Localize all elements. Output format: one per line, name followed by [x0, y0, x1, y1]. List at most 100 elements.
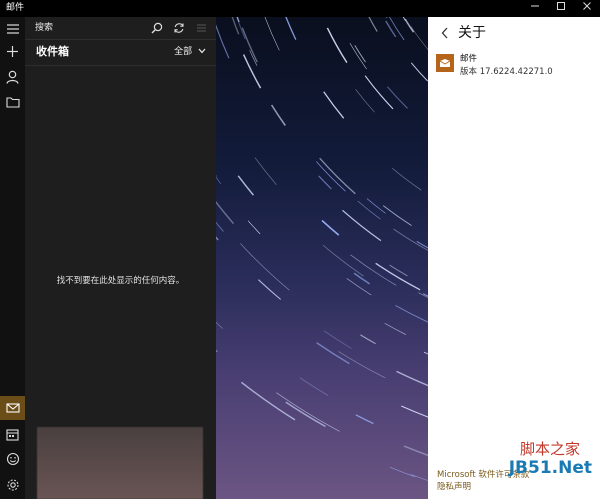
folder-icon: [5, 97, 20, 108]
title-bar: 邮件: [0, 0, 600, 17]
star-trail: [299, 377, 329, 396]
star-trail: [318, 175, 332, 190]
star-trail: [395, 305, 428, 323]
star-trail: [326, 27, 348, 63]
star-trail: [321, 219, 340, 236]
folder-header: 收件箱 全部: [25, 39, 216, 66]
window-title: 邮件: [6, 3, 25, 13]
mail-switch-button[interactable]: [0, 396, 25, 420]
close-icon: [583, 2, 591, 10]
star-trail: [360, 334, 376, 345]
sync-button[interactable]: [171, 20, 187, 36]
star-trail: [349, 42, 367, 70]
maximize-button[interactable]: [548, 0, 574, 17]
star-trail: [216, 176, 222, 184]
star-trail: [350, 254, 397, 286]
star-trail: [240, 243, 290, 291]
filter-dropdown[interactable]: 全部: [174, 39, 206, 65]
star-trail: [338, 351, 386, 379]
star-trails-image: [216, 17, 428, 481]
star-trail: [404, 18, 415, 33]
star-trail: [355, 89, 375, 113]
person-icon: [6, 70, 19, 84]
star-trail: [392, 167, 422, 191]
star-trail: [247, 220, 261, 235]
search-icon: [151, 22, 163, 34]
star-trail: [270, 104, 286, 126]
star-trail: [323, 330, 352, 349]
selection-mode-button[interactable]: [193, 20, 209, 36]
menu-button[interactable]: [0, 17, 25, 41]
back-button[interactable]: [436, 23, 454, 43]
star-trail: [402, 17, 406, 21]
folders-button[interactable]: [0, 90, 25, 114]
search-bar: 搜索: [25, 17, 216, 40]
mail-icon: [5, 403, 20, 413]
star-trail: [401, 405, 428, 418]
star-trail: [355, 414, 374, 425]
gear-icon: [6, 479, 19, 491]
chevron-left-icon: [441, 27, 448, 39]
star-trail: [382, 205, 412, 227]
star-trail: [264, 17, 280, 51]
star-trail: [364, 75, 394, 110]
star-trail: [385, 20, 397, 38]
star-trail: [254, 157, 277, 186]
people-switch-button[interactable]: [0, 447, 25, 471]
select-list-icon: [197, 24, 206, 32]
app-name: 邮件: [460, 54, 478, 64]
star-trail: [319, 157, 356, 195]
envelope-icon: [439, 59, 451, 67]
search-button[interactable]: [149, 20, 165, 36]
star-trail: [231, 17, 240, 35]
star-trail: [357, 200, 381, 220]
star-trail: [240, 381, 296, 421]
navigation-rail: [0, 17, 25, 499]
star-trail: [216, 200, 235, 225]
close-button[interactable]: [574, 0, 600, 17]
chevron-down-icon: [198, 48, 206, 54]
filter-label: 全部: [174, 47, 193, 57]
minimize-button[interactable]: [522, 0, 548, 17]
maximize-icon: [557, 2, 565, 10]
star-trail: [403, 445, 428, 457]
star-trail: [216, 321, 223, 329]
star-trail: [258, 279, 282, 300]
star-trail: [393, 228, 428, 251]
star-trail: [387, 86, 408, 109]
empty-state-message: 找不到要在此处显示的任何内容。: [56, 276, 185, 286]
star-trail: [410, 474, 428, 481]
star-trail: [216, 236, 219, 241]
mail-app-icon: [436, 54, 454, 72]
star-trail: [389, 466, 416, 478]
star-trail: [346, 278, 372, 296]
plus-icon: [7, 45, 18, 57]
ad-banner-image: [37, 427, 203, 499]
star-trail: [216, 24, 230, 59]
star-trail: [237, 175, 254, 196]
calendar-switch-button[interactable]: [0, 422, 25, 446]
star-trail: [385, 17, 388, 19]
star-trail: [316, 161, 346, 192]
star-trail: [242, 54, 262, 89]
star-trail: [216, 221, 224, 232]
star-trail: [276, 392, 340, 432]
watermark-text: 脚本之家: [519, 440, 580, 458]
message-list-pane: 搜索 收件箱 全部 找不到要在此处显示的任何内容。: [25, 17, 216, 499]
hamburger-icon: [6, 24, 19, 34]
star-trail: [368, 17, 378, 32]
privacy-statement-link[interactable]: 隐私声明: [437, 481, 529, 493]
star-trail: [285, 17, 297, 40]
about-panel: 关于 邮件 版本 17.6224.42271.0 Microsoft 软件许可条…: [428, 17, 600, 499]
star-trail: [323, 91, 345, 119]
accounts-button[interactable]: [0, 65, 25, 89]
new-mail-button[interactable]: [0, 39, 25, 63]
minimize-icon: [531, 5, 539, 7]
app-version: 版本 17.6224.42271.0: [460, 67, 553, 77]
star-trail: [322, 244, 364, 277]
watermark-url: JB51.Net: [508, 458, 592, 478]
settings-button[interactable]: [0, 473, 25, 497]
search-input[interactable]: 搜索: [35, 17, 53, 39]
star-trail: [216, 349, 218, 353]
smiley-icon: [6, 452, 19, 466]
